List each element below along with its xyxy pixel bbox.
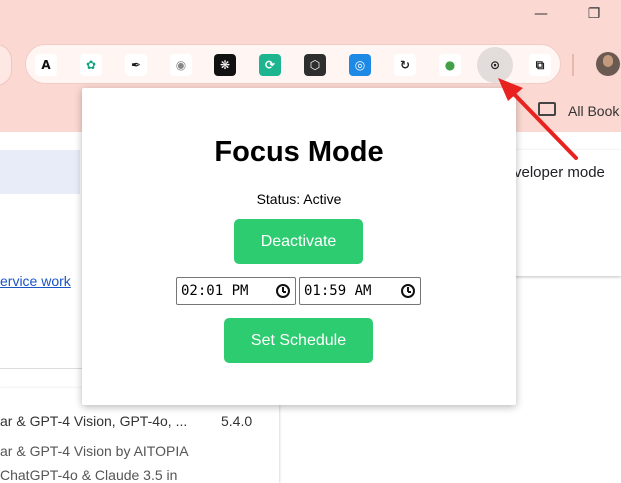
popup-title: Focus Mode — [214, 136, 384, 168]
developer-mode-label: veloper mode — [514, 164, 605, 181]
sync-arrows-icon[interactable]: ⟳ — [259, 54, 281, 76]
extension-name: ar & GPT-4 Vision, GPT-4o, ... — [0, 413, 188, 429]
camera-icon[interactable]: ◉ — [170, 54, 192, 76]
service-worker-link[interactable]: ervice work — [0, 273, 71, 289]
restore-icon[interactable]: ❐ — [574, 0, 614, 28]
perplexity-icon[interactable]: ⬡ — [304, 54, 326, 76]
eyedropper-icon[interactable]: ✒ — [125, 54, 147, 76]
clock-icon[interactable] — [401, 284, 415, 298]
clock-icon[interactable] — [276, 284, 290, 298]
title-bar: — ❐ — [0, 0, 621, 40]
minimize-icon[interactable]: — — [521, 0, 561, 28]
extension-description-line2: ChatGPT-4o & Claude 3.5 in — [0, 467, 178, 483]
page-header-strip — [0, 150, 80, 194]
all-bookmarks-label[interactable]: All Book — [568, 103, 619, 119]
angular-icon[interactable]: A — [35, 54, 57, 76]
end-time-input[interactable]: 01:59 AM — [299, 277, 421, 305]
deactivate-button[interactable]: Deactivate — [234, 219, 363, 264]
avatar[interactable] — [596, 52, 620, 76]
toolbar-divider — [572, 54, 574, 76]
focus-target-icon[interactable]: ⊙ — [484, 54, 506, 76]
start-time-value: 02:01 PM — [181, 283, 249, 299]
puzzle-icon[interactable]: ⧉ — [529, 54, 551, 76]
chatgpt-icon[interactable]: ✿ — [80, 54, 102, 76]
refresh-icon[interactable]: ↻ — [394, 54, 416, 76]
extension-description: ar & GPT-4 Vision by AITOPIA — [0, 443, 189, 459]
focus-mode-popup: Focus Mode Status: Active Deactivate 02:… — [82, 88, 516, 405]
owl-icon[interactable]: ◎ — [349, 54, 371, 76]
openai-icon[interactable]: ❋ — [214, 54, 236, 76]
start-time-input[interactable]: 02:01 PM — [176, 277, 296, 305]
end-time-value: 01:59 AM — [304, 283, 372, 299]
status-text: Status: Active — [256, 191, 342, 207]
lightbulb-icon[interactable]: ● — [439, 54, 461, 76]
set-schedule-button[interactable]: Set Schedule — [224, 318, 373, 363]
folder-icon[interactable] — [538, 102, 556, 116]
extension-version: 5.4.0 — [221, 413, 253, 429]
